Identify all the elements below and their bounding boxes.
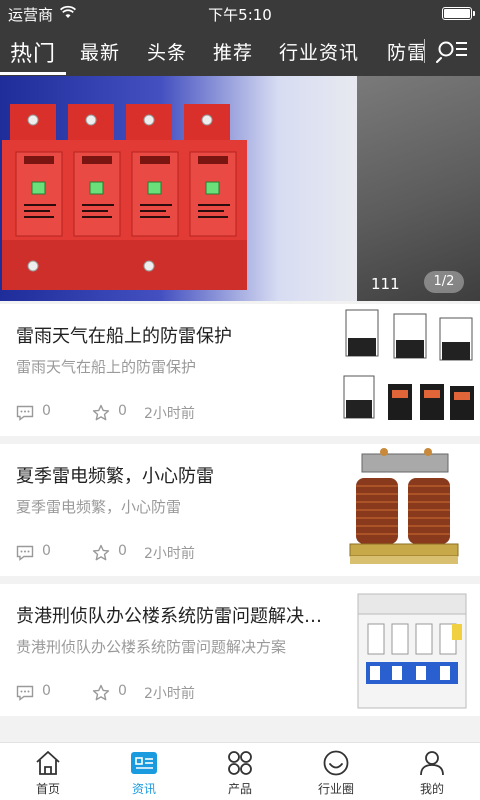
comment-count: 0 <box>42 543 51 559</box>
smile-icon <box>323 750 349 776</box>
surge-protector-image <box>2 104 247 290</box>
star-icon[interactable] <box>92 404 110 422</box>
comment-count: 0 <box>42 683 51 699</box>
home-icon <box>36 751 60 775</box>
nav-industry-circle-label: 行业圈 <box>317 782 354 796</box>
status-time: 下午5:10 <box>208 6 272 24</box>
star-icon[interactable] <box>92 684 110 702</box>
banner-slide-next[interactable] <box>357 76 480 301</box>
tab-latest[interactable]: 最新 <box>80 38 120 65</box>
comment-icon[interactable] <box>16 405 34 421</box>
favorite-count: 0 <box>118 403 127 419</box>
category-tab-bar: 热门 最新 头条 推荐 行业资讯 防雷 <box>0 26 480 76</box>
battery-icon <box>442 7 475 20</box>
tab-industry-news[interactable]: 行业资讯 <box>279 38 359 65</box>
banner-carousel[interactable]: 111 1/2 <box>0 76 480 301</box>
tab-recommended[interactable]: 推荐 <box>213 38 253 65</box>
category-tabs: 热门 最新 头条 推荐 行业资讯 防雷 <box>0 26 424 76</box>
tab-divider <box>424 39 425 63</box>
favorite-count: 0 <box>118 543 127 559</box>
banner-caption: 111 <box>371 275 400 293</box>
nav-home[interactable]: 首页 <box>0 743 96 800</box>
comment-count: 0 <box>42 403 51 419</box>
news-icon <box>131 752 157 774</box>
news-title[interactable]: 贵港刑侦队办公楼系统防雷问题解决方案 <box>16 602 326 628</box>
news-time: 2小时前 <box>144 546 195 562</box>
nav-products-label: 产品 <box>227 782 252 796</box>
tab-lightning-protection[interactable]: 防雷 <box>387 38 424 65</box>
nav-mine[interactable]: 我的 <box>384 743 480 800</box>
circuit-breaker-thumbnail[interactable] <box>336 584 480 716</box>
comment-icon[interactable] <box>16 685 34 701</box>
bottom-navigation: 首页 资讯 产品 行业圈 我的 <box>0 742 480 800</box>
banner-pager: 1/2 <box>424 271 464 293</box>
news-time: 2小时前 <box>144 686 195 702</box>
user-icon <box>420 751 444 776</box>
transformer-thumbnail[interactable] <box>336 444 480 576</box>
nav-news-label: 资讯 <box>131 782 156 796</box>
nav-news[interactable]: 资讯 <box>96 743 192 800</box>
news-list-item[interactable]: 贵港刑侦队办公楼系统防雷问题解决方案 贵港刑侦队办公楼系统防雷问题解决方案 0 … <box>0 584 480 716</box>
tab-hot[interactable]: 热门 <box>10 36 56 68</box>
nav-mine-label: 我的 <box>419 782 444 796</box>
news-list-item[interactable]: 夏季雷电频繁，小心防雷 夏季雷电频繁，小心防雷 0 0 2小时前 <box>0 444 480 576</box>
favorite-count: 0 <box>118 683 127 699</box>
contactor-thumbnail[interactable] <box>336 304 480 436</box>
grid-icon <box>228 751 252 775</box>
status-bar: 运营商 下午5:10 <box>0 0 480 26</box>
comment-icon[interactable] <box>16 545 34 561</box>
nav-products[interactable]: 产品 <box>192 743 288 800</box>
news-summary: 夏季雷电频繁，小心防雷 <box>16 498 182 516</box>
news-list-item[interactable]: 雷雨天气在船上的防雷保护 雷雨天气在船上的防雷保护 0 0 2小时前 <box>0 304 480 436</box>
nav-industry-circle[interactable]: 行业圈 <box>288 743 384 800</box>
nav-home-label: 首页 <box>35 782 60 796</box>
banner-slide-spd[interactable] <box>0 76 357 301</box>
tab-headlines[interactable]: 头条 <box>147 38 187 65</box>
category-menu-icon[interactable] <box>436 38 468 64</box>
news-time: 2小时前 <box>144 406 195 422</box>
news-summary: 贵港刑侦队办公楼系统防雷问题解决方案 <box>16 638 287 656</box>
star-icon[interactable] <box>92 544 110 562</box>
active-tab-indicator <box>0 72 66 75</box>
news-title[interactable]: 夏季雷电频繁，小心防雷 <box>16 462 326 488</box>
news-summary: 雷雨天气在船上的防雷保护 <box>16 358 197 376</box>
news-title[interactable]: 雷雨天气在船上的防雷保护 <box>16 322 326 348</box>
